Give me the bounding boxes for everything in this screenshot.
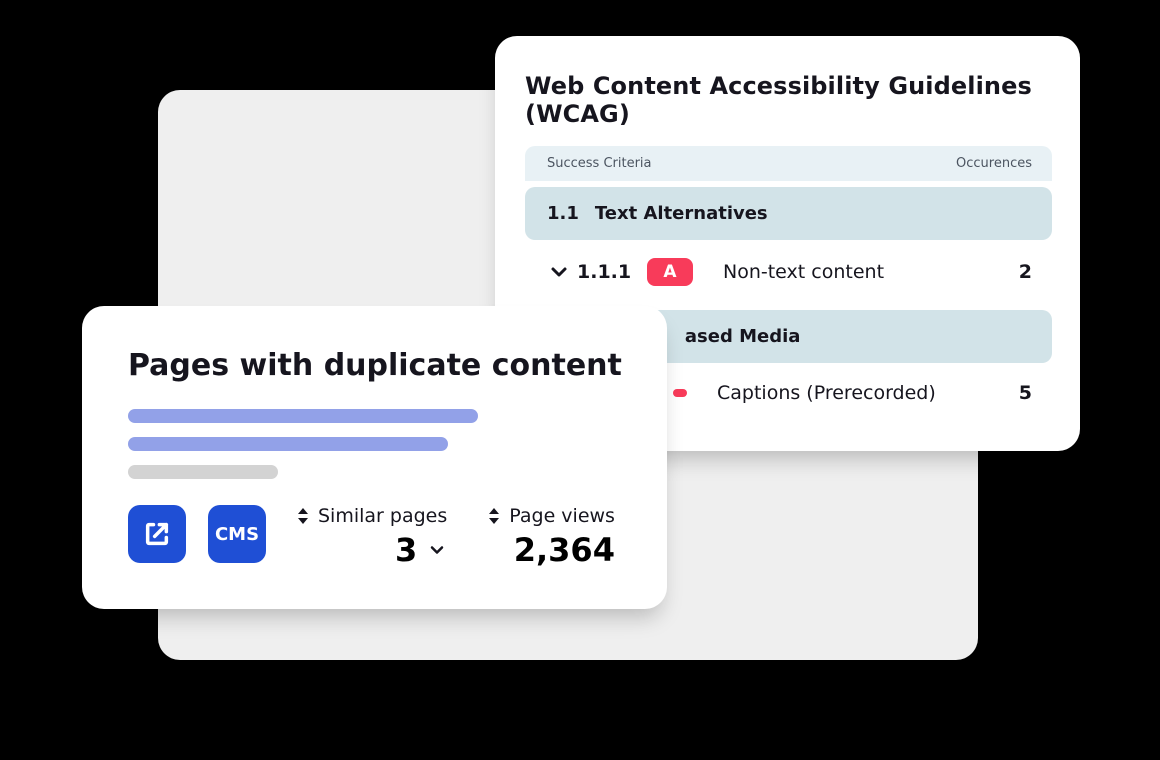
external-link-icon (143, 520, 171, 548)
section-title: ased Media (685, 326, 801, 347)
wcag-title: Web Content Accessibility Guidelines (WC… (525, 72, 1052, 128)
wcag-criteria-row[interactable]: 1.1.1 A Non-text content 2 (525, 240, 1052, 304)
criteria-occurrences: 2 (992, 261, 1032, 283)
chevron-down-icon[interactable] (427, 540, 447, 560)
sort-icon (487, 507, 501, 525)
wcag-section-row[interactable]: 1.1 Text Alternatives (525, 187, 1052, 240)
placeholder-bar (128, 437, 448, 451)
similar-pages-stat[interactable]: Similar pages 3 (296, 505, 447, 569)
similar-pages-label: Similar pages (318, 505, 447, 527)
page-views-label: Page views (509, 505, 615, 527)
col-success-criteria: Success Criteria (547, 156, 652, 171)
criteria-description: Non-text content (723, 261, 992, 283)
level-badge (673, 389, 687, 397)
section-number: 1.1 (547, 203, 579, 224)
stats-row: CMS Similar pages 3 Page views (128, 505, 625, 569)
cms-label: CMS (215, 524, 259, 545)
criteria-code: 1.1.1 (577, 261, 647, 283)
criteria-occurrences: 5 (992, 382, 1032, 404)
criteria-description: Captions (Prerecorded) (717, 382, 992, 404)
level-badge: A (647, 258, 693, 286)
dup-title: Pages with duplicate content (128, 348, 625, 383)
chevron-down-icon (547, 260, 571, 284)
section-title: Text Alternatives (595, 203, 768, 224)
open-external-button[interactable] (128, 505, 186, 563)
cms-button[interactable]: CMS (208, 505, 266, 563)
col-occurrences: Occurences (956, 156, 1032, 171)
similar-pages-value: 3 (395, 531, 417, 569)
wcag-table-header: Success Criteria Occurences (525, 146, 1052, 181)
sort-icon (296, 507, 310, 525)
duplicate-content-card: Pages with duplicate content CMS Similar… (82, 306, 667, 609)
placeholder-bar (128, 465, 278, 479)
page-views-value: 2,364 (514, 531, 615, 569)
placeholder-bar (128, 409, 478, 423)
page-views-stat[interactable]: Page views 2,364 (487, 505, 615, 569)
